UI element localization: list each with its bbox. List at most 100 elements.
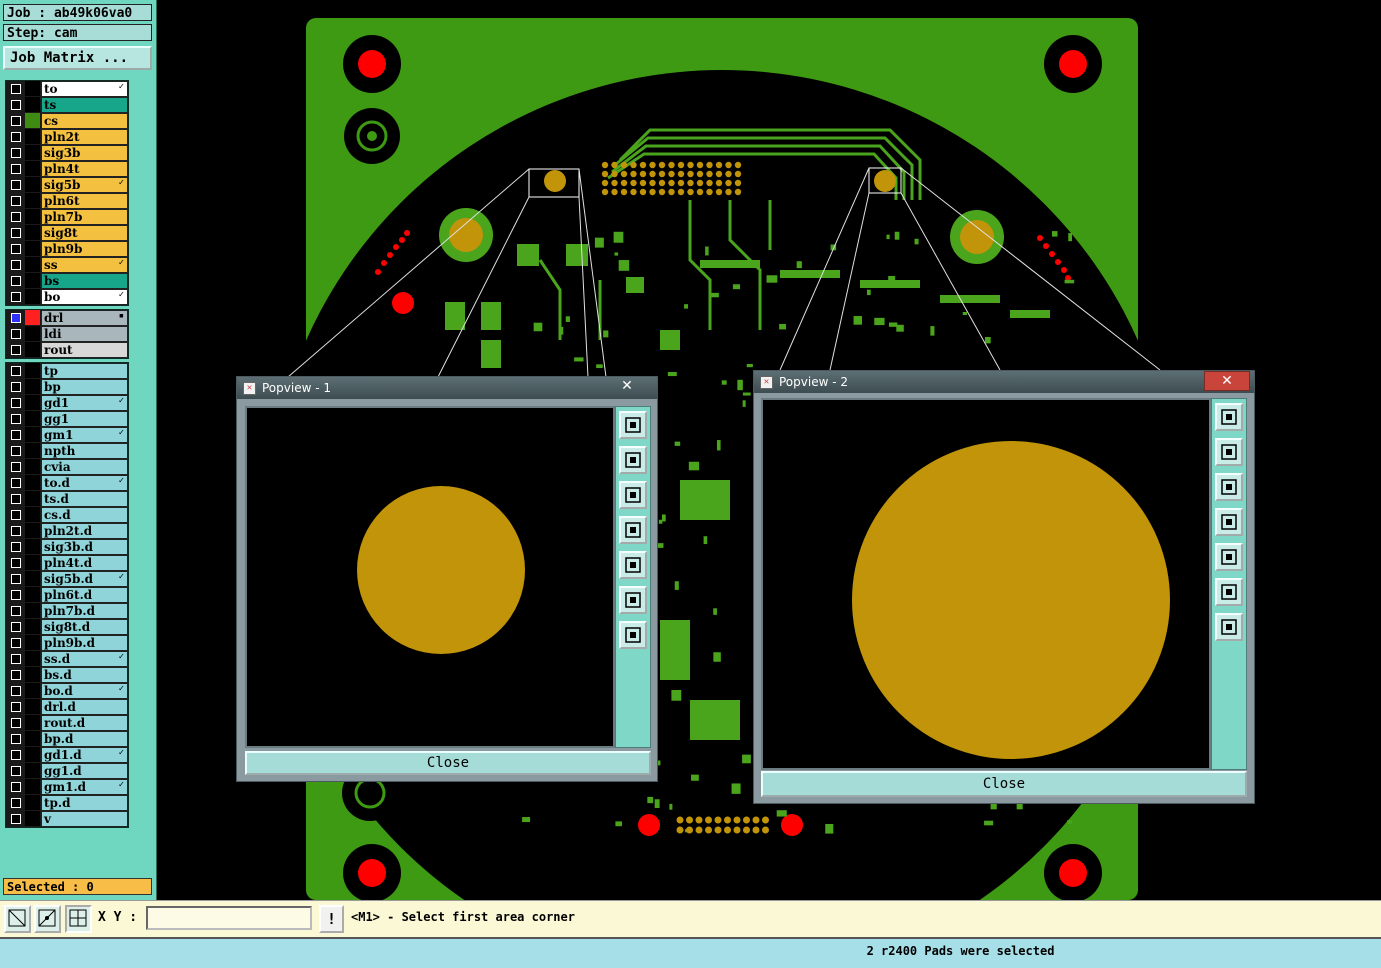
layer-name[interactable]: sig3b.d — [41, 539, 128, 555]
layer-name[interactable]: ldi — [41, 326, 128, 342]
layer-row-tp-d[interactable]: tp.d — [6, 795, 128, 811]
layer-row-sig3b-d[interactable]: sig3b.d — [6, 539, 128, 555]
layer-color-swatch[interactable] — [25, 667, 40, 682]
zoom-out-icon[interactable] — [1215, 578, 1243, 606]
layer-row-ss[interactable]: ss ✓ — [6, 257, 128, 273]
layer-visibility-checkbox[interactable] — [11, 718, 21, 728]
layer-name[interactable]: bo.d — [41, 683, 128, 699]
layer-visibility-checkbox[interactable] — [11, 574, 21, 584]
layer-visibility-checkbox[interactable] — [11, 462, 21, 472]
pan-down-icon[interactable] — [1215, 473, 1243, 501]
layer-name[interactable]: bp.d — [41, 731, 128, 747]
layer-color-swatch[interactable] — [25, 763, 40, 778]
layer-name[interactable]: pln6t — [41, 193, 128, 209]
layer-visibility-checkbox[interactable] — [11, 590, 21, 600]
layer-name[interactable]: rout — [41, 342, 128, 358]
layer-visibility-checkbox[interactable] — [11, 638, 21, 648]
layer-name[interactable]: ss — [41, 257, 128, 273]
layer-row-to[interactable]: to ✓ — [6, 81, 128, 97]
layer-visibility-checkbox[interactable] — [11, 84, 21, 94]
layer-name[interactable]: tp — [41, 363, 128, 379]
popview-2-titlebar[interactable]: ✕ Popview - 2 ✕ — [754, 371, 1254, 393]
layer-name[interactable]: gd1 — [41, 395, 128, 411]
layer-visibility-checkbox[interactable] — [11, 228, 21, 238]
layer-color-swatch[interactable] — [25, 715, 40, 730]
layer-color-swatch[interactable] — [25, 225, 40, 240]
pan-up-icon[interactable] — [619, 446, 647, 474]
layer-name[interactable]: pln4t.d — [41, 555, 128, 571]
layer-color-swatch[interactable] — [25, 257, 40, 272]
layer-row-ss-d[interactable]: ss.d ✓ — [6, 651, 128, 667]
layer-row-pln7b[interactable]: pln7b — [6, 209, 128, 225]
layer-visibility-checkbox[interactable] — [11, 132, 21, 142]
layer-name[interactable]: sig3b — [41, 145, 128, 161]
layer-color-swatch[interactable] — [25, 651, 40, 666]
pan-down-icon[interactable] — [619, 481, 647, 509]
layer-row-rout[interactable]: rout — [6, 342, 128, 358]
layer-visibility-checkbox[interactable] — [11, 164, 21, 174]
layer-row-gg1[interactable]: gg1 — [6, 411, 128, 427]
layer-visibility-checkbox[interactable] — [11, 734, 21, 744]
layer-name[interactable]: gm1 — [41, 427, 128, 443]
layer-visibility-checkbox[interactable] — [11, 782, 21, 792]
layer-visibility-checkbox[interactable] — [11, 260, 21, 270]
layer-row-gd1[interactable]: gd1 ✓ — [6, 395, 128, 411]
zoom-in-icon[interactable] — [619, 621, 647, 649]
layer-name[interactable]: cs.d — [41, 507, 128, 523]
pan-up-icon[interactable] — [1215, 438, 1243, 466]
layer-visibility-checkbox[interactable] — [11, 414, 21, 424]
layer-name[interactable]: bs.d — [41, 667, 128, 683]
layer-name[interactable]: pln6t.d — [41, 587, 128, 603]
layer-name[interactable]: cvia — [41, 459, 128, 475]
layer-name[interactable]: pln4t — [41, 161, 128, 177]
layer-color-swatch[interactable] — [25, 379, 40, 394]
select-mode-icon[interactable] — [4, 905, 31, 933]
layer-name[interactable]: bp — [41, 379, 128, 395]
layer-visibility-checkbox[interactable] — [11, 542, 21, 552]
layer-color-swatch[interactable] — [25, 555, 40, 570]
layer-row-cs[interactable]: cs — [6, 113, 128, 129]
layer-visibility-checkbox[interactable] — [11, 510, 21, 520]
layer-color-swatch[interactable] — [25, 342, 40, 357]
layer-row-pln6t[interactable]: pln6t — [6, 193, 128, 209]
layer-color-swatch[interactable] — [25, 811, 40, 826]
layer-visibility-checkbox[interactable] — [11, 670, 21, 680]
layer-color-swatch[interactable] — [25, 193, 40, 208]
layer-color-swatch[interactable] — [25, 475, 40, 490]
layer-color-swatch[interactable] — [25, 310, 40, 325]
layer-row-sig3b[interactable]: sig3b — [6, 145, 128, 161]
layer-visibility-checkbox[interactable] — [11, 329, 21, 339]
layer-color-swatch[interactable] — [25, 363, 40, 378]
layer-color-swatch[interactable] — [25, 731, 40, 746]
layer-visibility-checkbox[interactable] — [11, 292, 21, 302]
pan-left-icon[interactable] — [1215, 508, 1243, 536]
zoom-out-icon[interactable] — [619, 586, 647, 614]
layer-color-swatch[interactable] — [25, 795, 40, 810]
layer-color-swatch[interactable] — [25, 571, 40, 586]
layer-row-bp[interactable]: bp — [6, 379, 128, 395]
layer-name[interactable]: gg1 — [41, 411, 128, 427]
layer-visibility-checkbox[interactable] — [11, 244, 21, 254]
zoom-fit-icon[interactable] — [1215, 403, 1243, 431]
layer-visibility-checkbox[interactable] — [11, 478, 21, 488]
layer-row-bs[interactable]: bs — [6, 273, 128, 289]
layer-name[interactable]: sig5b.d — [41, 571, 128, 587]
layer-visibility-checkbox[interactable] — [11, 382, 21, 392]
popview-1-view[interactable] — [245, 406, 615, 748]
layer-row-pln9b[interactable]: pln9b — [6, 241, 128, 257]
layer-name[interactable]: bo — [41, 289, 128, 305]
layer-color-swatch[interactable] — [25, 209, 40, 224]
layer-row-cs-d[interactable]: cs.d — [6, 507, 128, 523]
measure-mode-icon[interactable] — [34, 905, 61, 933]
layer-color-swatch[interactable] — [25, 326, 40, 341]
layer-name[interactable]: sig8t.d — [41, 619, 128, 635]
layer-visibility-checkbox[interactable] — [11, 766, 21, 776]
layer-name[interactable]: gd1.d — [41, 747, 128, 763]
layer-name[interactable]: tp.d — [41, 795, 128, 811]
layer-color-swatch[interactable] — [25, 779, 40, 794]
layer-visibility-checkbox[interactable] — [11, 196, 21, 206]
layer-color-swatch[interactable] — [25, 635, 40, 650]
layer-color-swatch[interactable] — [25, 491, 40, 506]
layer-visibility-checkbox[interactable] — [11, 814, 21, 824]
layer-visibility-checkbox[interactable] — [11, 398, 21, 408]
